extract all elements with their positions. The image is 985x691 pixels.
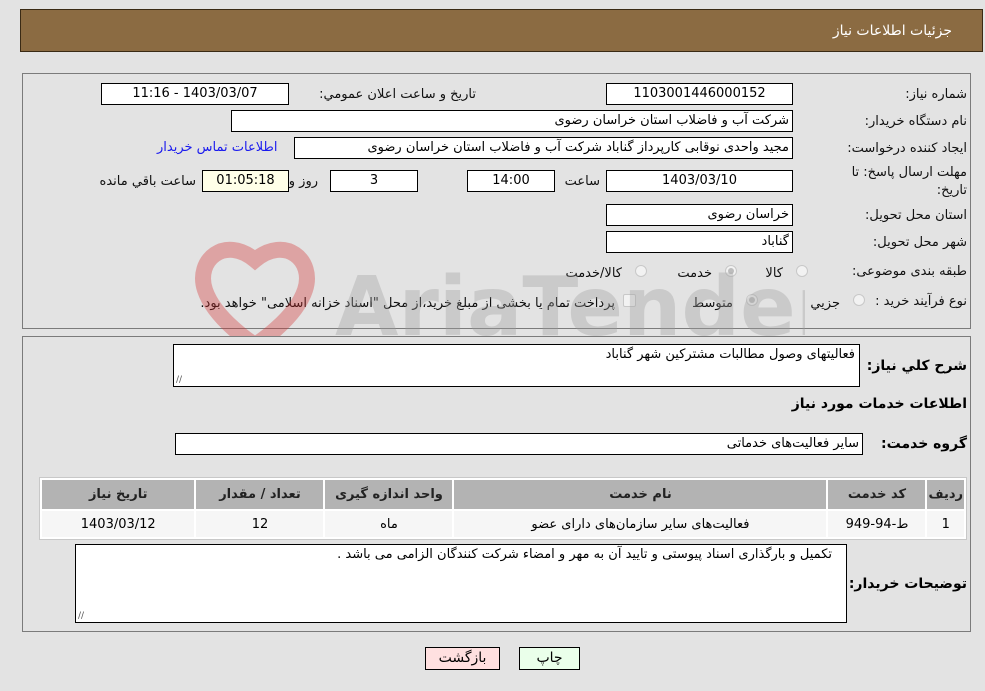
col-row-number: رديف [927, 480, 964, 509]
buyer-notes-text: تکميل و بارگذاری اسناد پيوستی و تاييد آن… [337, 547, 832, 562]
deadline-time-label: ساعت [564, 174, 600, 189]
buyer-contact-link[interactable]: اطلاعات تماس خريدار [157, 140, 277, 155]
process-option-medium: متوسط [692, 296, 733, 311]
col-need-date: تاريخ نياز [42, 480, 195, 509]
city-field[interactable]: گناباد [606, 231, 793, 253]
buyer-notes-label: توضيحات خريدار: [848, 576, 967, 592]
treasury-checkbox[interactable] [623, 294, 636, 307]
province-label: استان محل تحويل: [865, 208, 967, 223]
category-option-goods-service: کالا/خدمت [565, 266, 622, 281]
cell-need-date: 1403/03/12 [42, 511, 195, 537]
cell-unit: ماه [325, 511, 453, 537]
need-number-field[interactable]: 1103001446000152 [606, 83, 793, 105]
deadline-time-field[interactable]: 14:00 [467, 170, 555, 192]
print-button[interactable]: چاپ [519, 647, 580, 670]
category-radio-service[interactable] [725, 265, 737, 277]
city-label: شهر محل تحويل: [872, 235, 967, 250]
remaining-time-label: ساعت باقي مانده [99, 174, 196, 189]
creator-field[interactable]: مجيد واحدی نوقابی کارپرداز گناباد شرکت آ… [294, 137, 793, 159]
col-unit: واحد اندازه گيری [325, 480, 453, 509]
col-quantity: تعداد / مقدار [196, 480, 324, 509]
province-field[interactable]: خراسان رضوی [606, 204, 793, 226]
general-description-label: شرح کلي نياز: [866, 358, 967, 374]
general-description-field[interactable]: فعاليتهای وصول مطالبات مشترکين شهر گنابا… [173, 344, 860, 387]
cell-row-number: 1 [927, 511, 964, 537]
category-radio-goods[interactable] [796, 265, 808, 277]
days-label: روز و [288, 174, 318, 189]
category-option-service: خدمت [677, 266, 712, 281]
resize-grip-icon[interactable]: ∕∕ [78, 611, 84, 621]
general-description-text: فعاليتهای وصول مطالبات مشترکين شهر گنابا… [605, 347, 855, 362]
creator-label: ايجاد کننده درخواست: [847, 141, 967, 156]
back-button[interactable]: بازگشت [425, 647, 500, 670]
service-group-label: گروه خدمت: [881, 436, 967, 452]
page-title: جزئيات اطلاعات نياز [832, 23, 952, 39]
announce-date-label: تاريخ و ساعت اعلان عمومي: [319, 87, 476, 102]
deadline-date-field[interactable]: 1403/03/10 [606, 170, 793, 192]
buyer-notes-field[interactable]: تکميل و بارگذاری اسناد پيوستی و تاييد آن… [75, 544, 847, 623]
days-remaining-field[interactable]: 3 [330, 170, 418, 192]
resize-grip-icon[interactable]: ∕∕ [176, 375, 182, 385]
services-table: رديف کد خدمت نام خدمت واحد اندازه گيری ت… [39, 477, 967, 540]
category-radio-goods-service[interactable] [635, 265, 647, 277]
treasury-note: پرداخت تمام يا بخشی از مبلغ خريد،از محل … [200, 296, 615, 311]
table-header-row: رديف کد خدمت نام خدمت واحد اندازه گيری ت… [42, 480, 964, 509]
need-number-label: شماره نياز: [905, 87, 967, 102]
remaining-time-field[interactable]: 01:05:18 [202, 170, 289, 192]
cell-quantity: 12 [196, 511, 324, 537]
services-section-title: اطلاعات خدمات مورد نياز [791, 396, 967, 412]
category-label: طبقه بندی موضوعی: [851, 264, 967, 279]
deadline-label-date: تاريخ: [936, 183, 967, 198]
cell-service-code: ط-94-949 [828, 511, 926, 537]
service-group-field[interactable]: ساير فعاليت‌های خدماتی [175, 433, 863, 455]
col-service-code: کد خدمت [828, 480, 926, 509]
category-option-goods: کالا [765, 266, 783, 281]
process-radio-minor[interactable] [853, 294, 865, 306]
announce-date-field[interactable]: 1403/03/07 - 11:16 [101, 83, 289, 105]
table-row: 1 ط-94-949 فعاليت‌های ساير سازمان‌های دا… [42, 511, 964, 537]
page-header: جزئيات اطلاعات نياز [20, 9, 983, 52]
buyer-org-field[interactable]: شرکت آب و فاضلاب استان خراسان رضوی [231, 110, 793, 132]
process-radio-medium[interactable] [746, 294, 758, 306]
process-option-minor: جزيي [810, 296, 840, 311]
process-type-label: نوع فرآيند خريد : [875, 294, 967, 309]
buyer-org-label: نام دستگاه خريدار: [864, 114, 967, 129]
col-service-name: نام خدمت [454, 480, 827, 509]
cell-service-name: فعاليت‌های ساير سازمان‌های دارای عضو [454, 511, 827, 537]
deadline-label: مهلت ارسال پاسخ: تا [851, 165, 967, 180]
